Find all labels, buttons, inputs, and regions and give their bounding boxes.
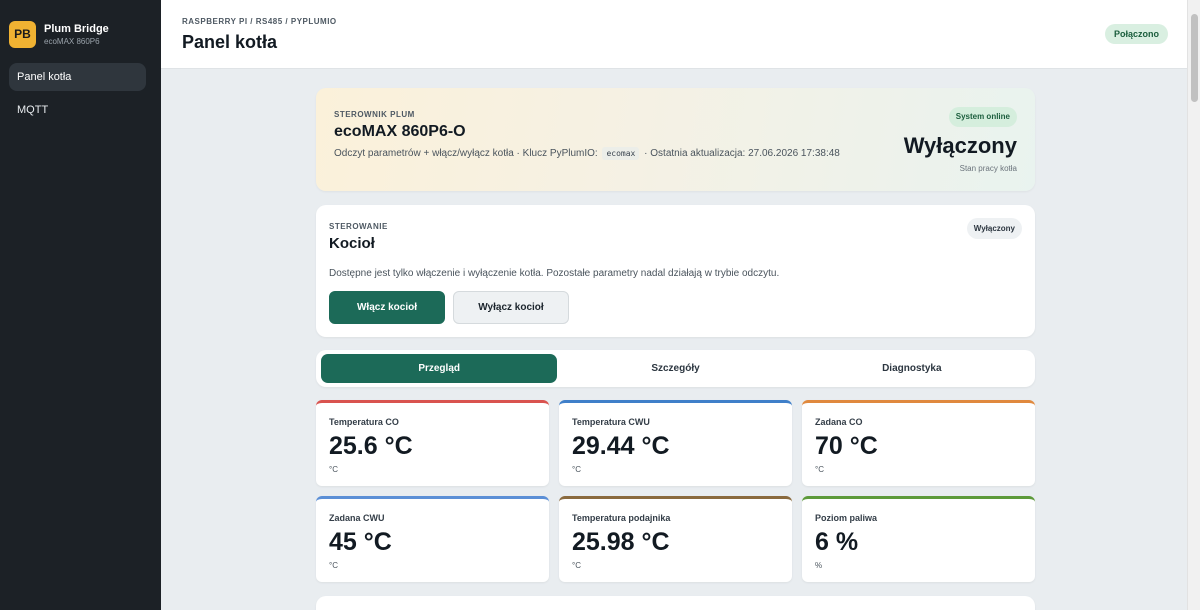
metric-card: Temperatura podajnika 25.98 °C °C	[559, 496, 792, 582]
metric-value: 25.6 °C	[329, 432, 413, 460]
sidebar-nav: Panel kotła MQTT	[0, 63, 161, 124]
boiler-status: Wyłączony	[903, 133, 1017, 158]
breadcrumb: RASPBERRY PI / RS485 / PYPLUMIO	[182, 17, 337, 26]
hero-desc-prefix: Odczyt parametrów + włącz/wyłącz kotła ·…	[334, 148, 598, 159]
metric-label: Temperatura CO	[329, 417, 399, 427]
control-eyebrow: STEROWANIE	[329, 222, 388, 231]
brand: PB Plum Bridge ecoMAX 860P6	[0, 0, 161, 55]
metric-label: Zadana CWU	[329, 513, 385, 523]
metric-unit: °C	[572, 465, 581, 474]
boiler-control-card: STEROWANIE Kocioł Wyłączony Dostępne jes…	[316, 205, 1035, 337]
controller-hero-card: STEROWNIK PLUM ecoMAX 860P6-O Odczyt par…	[316, 88, 1035, 191]
metric-card: Poziom paliwa 6 % %	[802, 496, 1035, 582]
connection-badge: Połączono	[1104, 24, 1168, 44]
metric-unit: °C	[329, 561, 338, 570]
brand-logo: PB	[9, 20, 36, 48]
sidebar-item-mqtt[interactable]: MQTT	[9, 96, 146, 124]
metric-card: Temperatura CWU 29.44 °C °C	[559, 400, 792, 486]
hero-eyebrow: STEROWNIK PLUM	[334, 110, 415, 119]
metric-unit: °C	[329, 465, 338, 474]
tab-diagnostics[interactable]: Diagnostyka	[794, 354, 1030, 383]
metric-card: Temperatura CO 25.6 °C °C	[316, 400, 549, 486]
boiler-status-label: Stan pracy kotła	[959, 164, 1017, 173]
page-title: Panel kotła	[182, 32, 278, 52]
control-title: Kocioł	[329, 235, 375, 252]
metric-unit: °C	[815, 465, 824, 474]
brand-name: Plum Bridge	[44, 22, 109, 35]
scrollbar-thumb[interactable]	[1191, 14, 1198, 102]
brand-subtitle: ecoMAX 860P6	[44, 36, 100, 46]
metric-unit: %	[815, 561, 823, 570]
metric-label: Temperatura CWU	[572, 417, 650, 427]
metric-value: 29.44 °C	[572, 432, 670, 460]
metric-label: Zadana CO	[815, 417, 863, 427]
metric-card: Zadana CWU 45 °C °C	[316, 496, 549, 582]
pyplumio-key-code: ecomax	[602, 147, 640, 160]
turn-on-boiler-button[interactable]: Włącz kocioł	[329, 291, 445, 324]
metric-card: Zadana CO 70 °C °C	[802, 400, 1035, 486]
metric-value: 6 %	[815, 528, 859, 556]
control-state-badge: Wyłączony	[966, 218, 1022, 239]
metric-value: 70 °C	[815, 432, 878, 460]
page-header: RASPBERRY PI / RS485 / PYPLUMIO Panel ko…	[161, 0, 1187, 69]
metric-label: Temperatura podajnika	[572, 513, 671, 523]
system-online-badge: System online	[948, 107, 1017, 127]
metric-value: 25.98 °C	[572, 528, 670, 556]
sidebar-item-panel[interactable]: Panel kotła	[9, 63, 146, 91]
tab-overview[interactable]: Przegląd	[321, 354, 558, 383]
controller-name: ecoMAX 860P6-O	[334, 123, 466, 140]
hero-description: Odczyt parametrów + włącz/wyłącz kotła ·…	[334, 147, 840, 160]
metric-unit: °C	[572, 561, 581, 570]
tab-details[interactable]: Szczegóły	[557, 354, 793, 383]
turn-off-boiler-button[interactable]: Wyłącz kocioł	[453, 291, 569, 324]
control-description: Dostępne jest tylko włączenie i wyłączen…	[329, 268, 780, 279]
view-tabs: Przegląd Szczegóły Diagnostyka	[316, 350, 1035, 387]
page-scrollbar[interactable]	[1187, 0, 1200, 610]
hero-desc-suffix: · Ostatnia aktualizacja: 27.06.2026 17:3…	[644, 148, 840, 159]
metric-label: Poziom paliwa	[815, 513, 878, 523]
next-section-card	[316, 596, 1035, 610]
metric-value: 45 °C	[329, 528, 392, 556]
sidebar: PB Plum Bridge ecoMAX 860P6 Panel kotła …	[0, 0, 161, 610]
